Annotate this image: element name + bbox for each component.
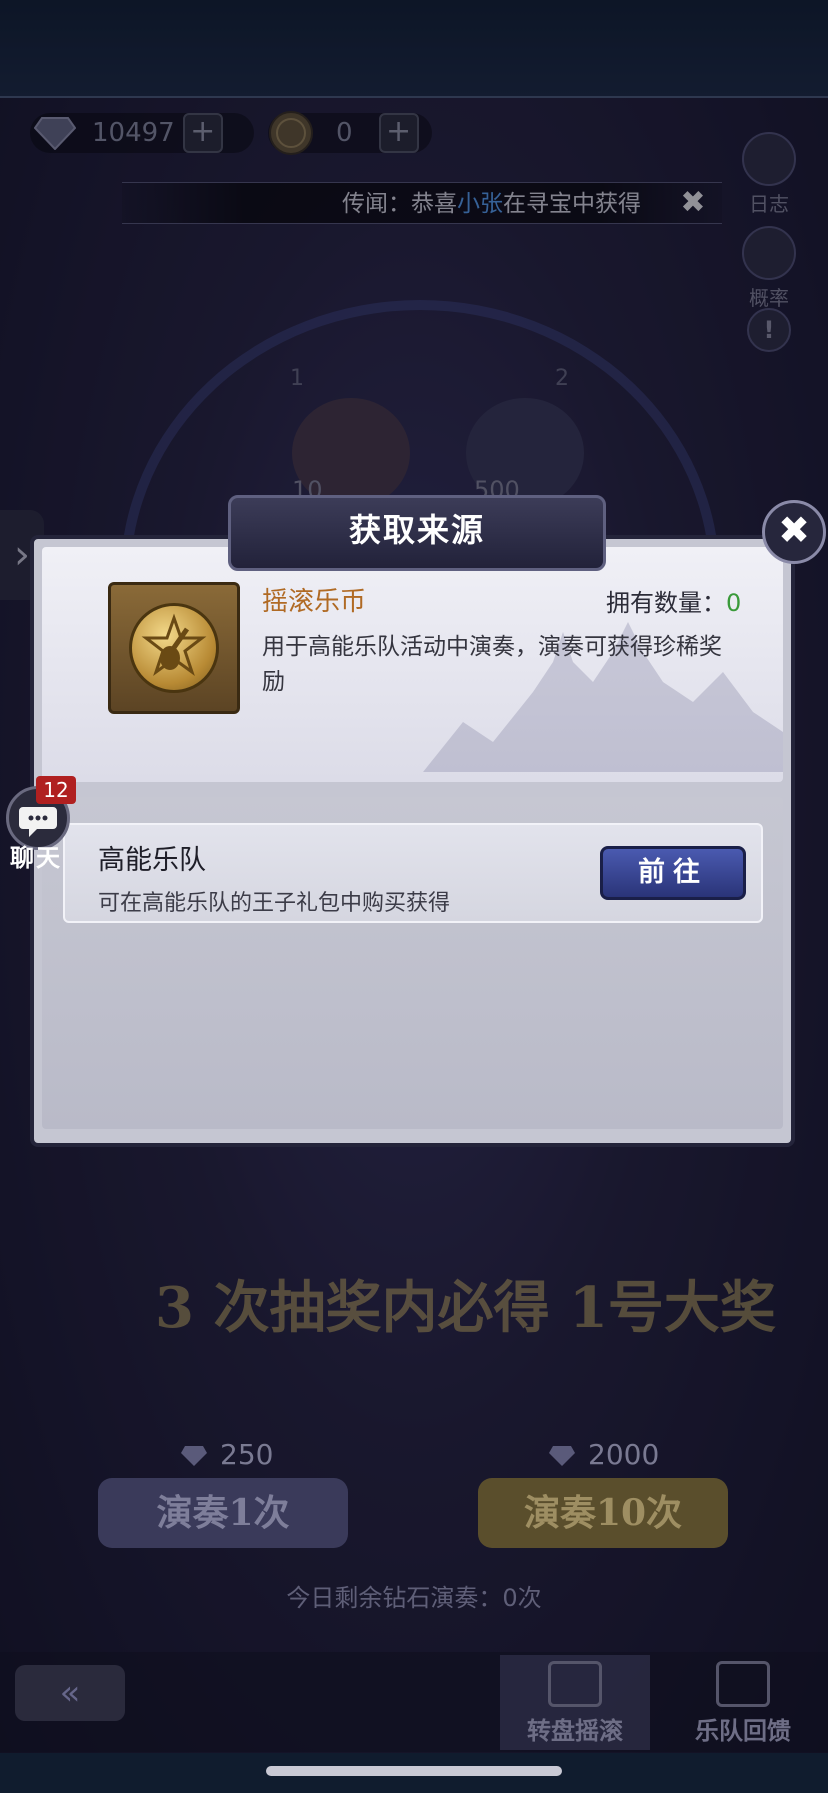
- diamond-icon: [549, 1446, 575, 1466]
- guitar-coin-icon: [129, 603, 219, 693]
- owned-count: 拥有数量：0: [606, 583, 741, 618]
- ten-play-price-value: 2000: [588, 1438, 660, 1471]
- guarantee-banner: 3 次抽奖内必得 1号大奖: [155, 1275, 776, 1341]
- source-description: 可在高能乐队的王子礼包中购买获得: [98, 891, 451, 916]
- chat-label: 聊天: [10, 844, 62, 872]
- remaining-plays-text: 今日剩余钻石演奏：0次: [286, 1584, 542, 1612]
- item-description: 用于高能乐队活动中演奏，演奏可获得珍稀奖励: [262, 634, 722, 695]
- go-button[interactable]: 前往: [600, 846, 746, 900]
- ten-play-price: 2000: [548, 1438, 659, 1471]
- calendar-icon: [548, 1661, 602, 1707]
- modal-close-icon[interactable]: ✖: [762, 500, 826, 564]
- calendar-icon: [716, 1661, 770, 1707]
- rock-coin-item-icon: [108, 582, 240, 714]
- play-once-button[interactable]: 演奏1次: [98, 1478, 348, 1548]
- chat-unread-badge: 12: [36, 776, 76, 804]
- tab-wheel-rock-label: 转盘摇滚: [527, 1717, 623, 1745]
- play-ten-button[interactable]: 演奏10次: [478, 1478, 728, 1548]
- diamond-icon: [181, 1446, 207, 1466]
- modal-title: 获取来源: [228, 495, 606, 571]
- tab-band-reward[interactable]: 乐队回馈: [668, 1655, 818, 1750]
- tab-band-reward-label: 乐队回馈: [695, 1717, 791, 1745]
- tab-wheel-rock[interactable]: 转盘摇滚: [500, 1655, 650, 1750]
- owned-label: 拥有数量：: [606, 589, 726, 617]
- single-play-price-value: 250: [220, 1438, 274, 1471]
- item-name: 摇滚乐币: [262, 587, 367, 617]
- single-play-price: 250: [180, 1438, 273, 1471]
- source-title: 高能乐队: [98, 845, 206, 876]
- home-indicator[interactable]: [266, 1766, 562, 1776]
- owned-value: 0: [726, 589, 742, 617]
- back-arrow-icon[interactable]: «: [15, 1665, 125, 1721]
